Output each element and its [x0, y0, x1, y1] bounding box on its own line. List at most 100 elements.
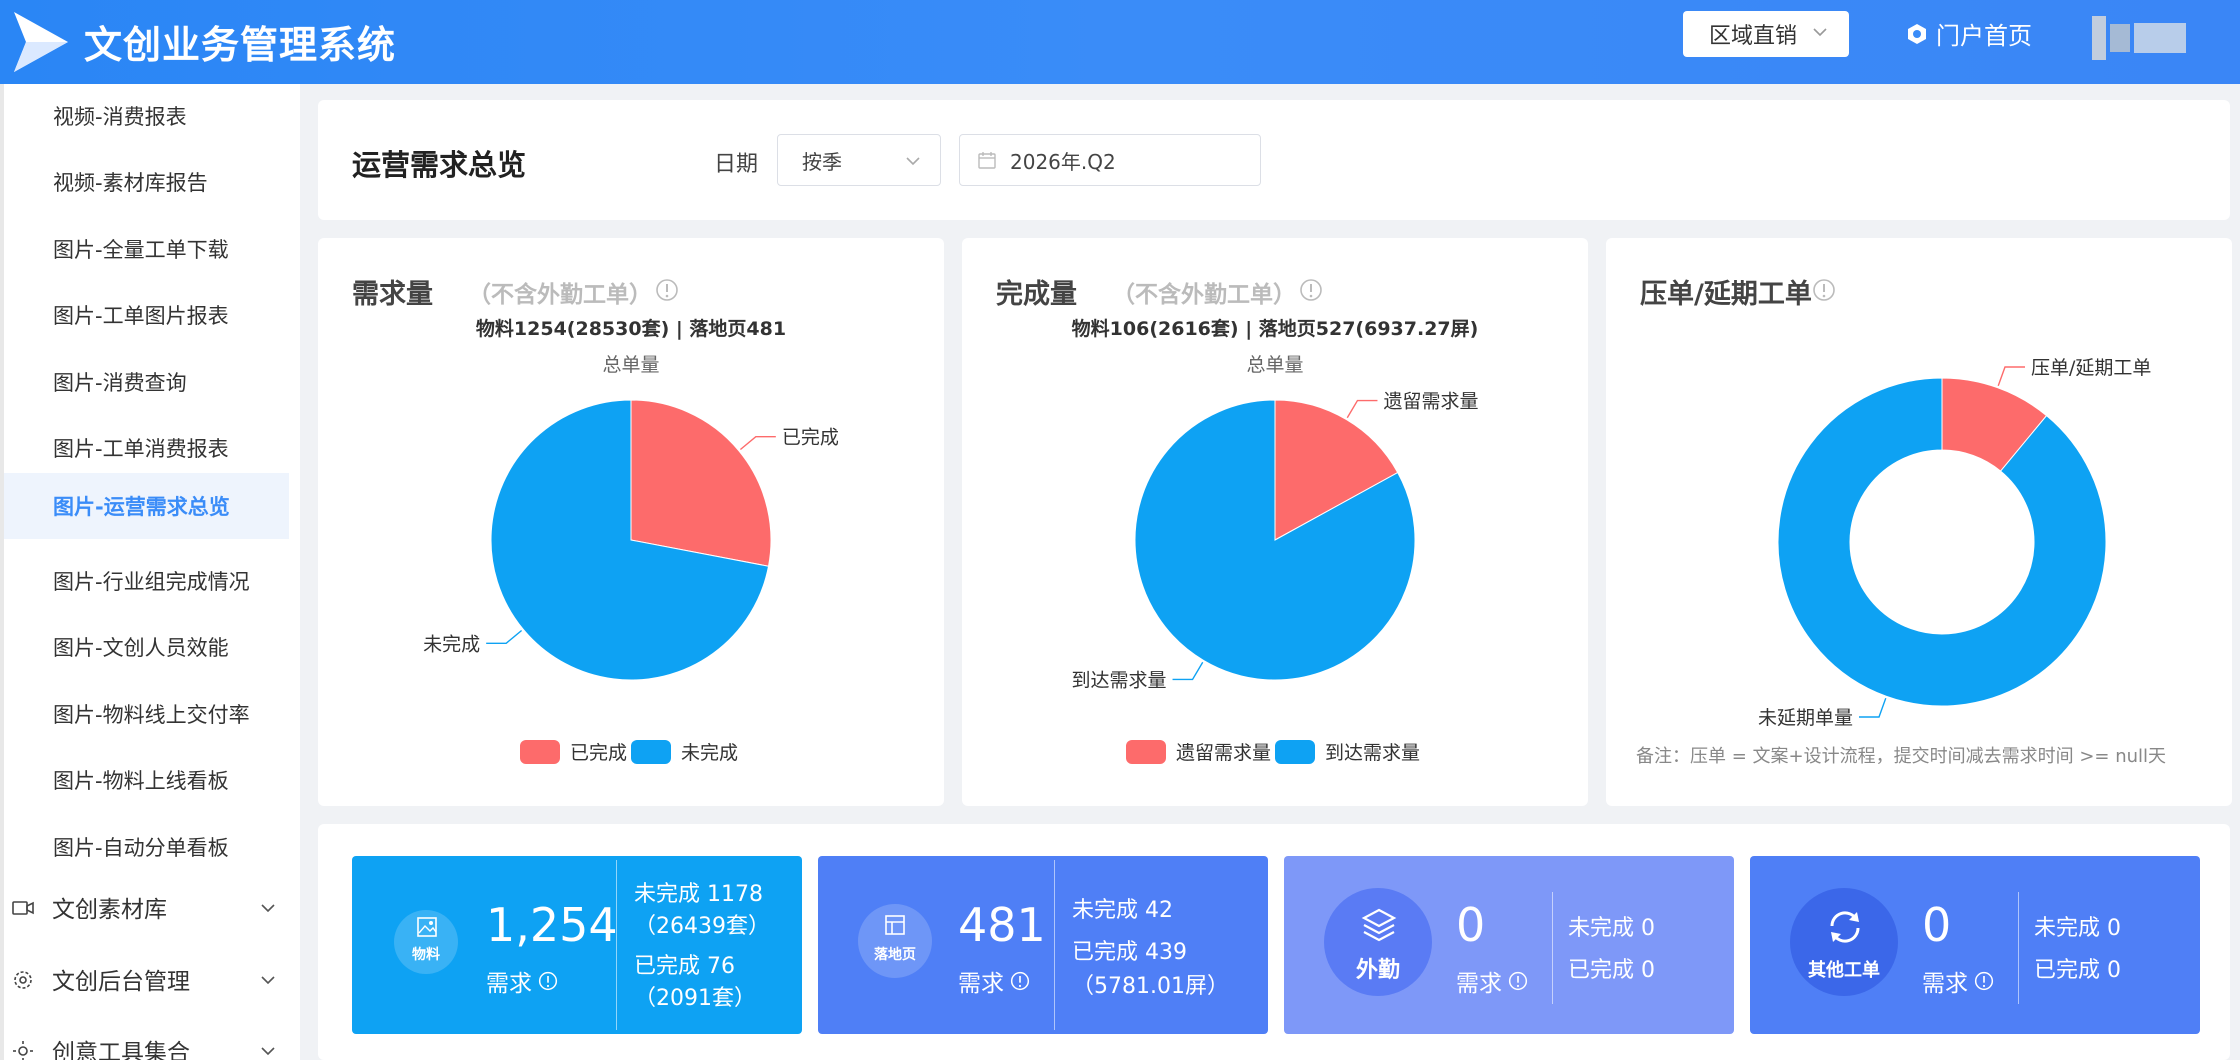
- overdue-donut-chart: 压单/延期工单未延期单量: [1758, 357, 2151, 729]
- chevron-down-icon: [261, 1047, 275, 1056]
- material-stat-card[interactable]: 物料 1,254 需求 未完成 1178 （26439套） 已完成 76 （20…: [352, 856, 802, 1034]
- sidebar-item-label: 图片-自动分单看板: [53, 836, 229, 860]
- chart-subtitle: 物料106(2616套) | 落地页527(6937.27屏): [1071, 318, 1479, 340]
- landing-page-badge-label: 落地页: [874, 947, 916, 963]
- info-icon[interactable]: [1299, 278, 1323, 302]
- pie-slice-label: 未延期单量: [1758, 707, 1853, 729]
- landing-page-line-3: （5781.01屏）: [1072, 974, 1229, 999]
- pie-slice-label: 到达需求量: [1072, 669, 1167, 691]
- pie-leader-line: [1346, 399, 1378, 419]
- portal-home-label: 门户首页: [1936, 22, 2032, 50]
- pie-slice[interactable]: [630, 399, 772, 567]
- material-line-2: （26439套）: [634, 914, 770, 939]
- sidebar-item-video-library-report[interactable]: 视频-素材库报告: [4, 150, 289, 214]
- sidebar-item-image-ops-overview[interactable]: 图片-运营需求总览: [4, 473, 289, 539]
- pie-slice-label: 已完成: [782, 427, 839, 449]
- chevron-down-icon: [261, 904, 275, 913]
- sidebar-item-image-order-download[interactable]: 图片-全量工单下载: [4, 217, 289, 281]
- pie-leader-line: [739, 436, 776, 451]
- legend-swatch[interactable]: [631, 740, 671, 764]
- divider: [1054, 860, 1055, 1030]
- pie-slice-label: 压单/延期工单: [2031, 357, 2151, 379]
- stats-panel: 物料 1,254 需求 未完成 1178 （26439套） 已完成 76 （20…: [318, 824, 2230, 1060]
- layout-icon: [885, 915, 905, 935]
- legend-swatch[interactable]: [1126, 740, 1166, 764]
- divider: [616, 860, 617, 1030]
- sidebar-item-label: 图片-物料上线看板: [53, 769, 229, 793]
- period-select[interactable]: 按季: [777, 134, 941, 186]
- sidebar-group-admin[interactable]: 文创后台管理: [4, 947, 289, 1011]
- sidebar-item-video-consume-report[interactable]: 视频-消费报表: [4, 84, 289, 148]
- info-icon[interactable]: [1812, 278, 1836, 302]
- chevron-down-icon: [1813, 28, 1827, 37]
- sidebar-item-label: 图片-工单消费报表: [53, 437, 229, 461]
- sidebar-group-tools[interactable]: 创意工具集合: [4, 1018, 289, 1060]
- material-label: 需求: [486, 964, 558, 998]
- sidebar-item-image-delivery-rate[interactable]: 图片-物料线上交付率: [4, 682, 289, 746]
- info-icon: [538, 971, 558, 991]
- chevron-down-icon: [261, 976, 275, 985]
- divider: [1552, 892, 1553, 1004]
- field-work-line-1: 未完成 0: [1568, 916, 1655, 941]
- refresh-icon: [1830, 911, 1860, 943]
- chart-caption: 总单量: [602, 354, 660, 376]
- legend-swatch[interactable]: [1275, 740, 1315, 764]
- field-work-line-2: 已完成 0: [1568, 958, 1655, 983]
- other-orders-stat-card[interactable]: 其他工单 0 需求 未完成 0 已完成 0: [1750, 856, 2200, 1034]
- pie-slice[interactable]: [1777, 377, 2107, 707]
- sun-icon: [13, 1041, 33, 1060]
- portal-home-link[interactable]: 门户首页: [1906, 16, 2032, 51]
- avatar[interactable]: [2092, 16, 2202, 60]
- sidebar-item-image-online-board[interactable]: 图片-物料上线看板: [4, 748, 289, 812]
- legend-label: 到达需求量: [1325, 742, 1420, 764]
- landing-page-label: 需求: [958, 964, 1030, 998]
- pie-slice-label: 未完成: [423, 633, 480, 655]
- legend-swatch[interactable]: [520, 740, 560, 764]
- chart-subtitle: 物料1254(28530套) | 落地页481: [475, 318, 787, 340]
- sidebar-item-label: 视频-素材库报告: [53, 171, 208, 195]
- sidebar: 视频-消费报表 视频-素材库报告 图片-全量工单下载 图片-工单图片报表 图片-…: [0, 84, 300, 1060]
- other-orders-line-2: 已完成 0: [2034, 958, 2121, 983]
- chart-caption: 总单量: [1246, 354, 1304, 376]
- sidebar-item-label: 图片-全量工单下载: [53, 238, 229, 262]
- field-work-number: 0: [1456, 898, 1486, 952]
- sidebar-item-label: 图片-物料线上交付率: [53, 703, 250, 727]
- landing-page-line-1: 未完成 42: [1072, 898, 1173, 923]
- hexagon-icon: [1908, 23, 1926, 44]
- demand-chart-panel: 已完成 未完成 已完成 未完成 需求量 （不含外勤工单） 物料1254(28530套)…: [318, 238, 944, 806]
- quarter-date-picker[interactable]: 2026年.Q2: [959, 134, 1261, 186]
- sidebar-item-image-industry-completion[interactable]: 图片-行业组完成情况: [4, 549, 289, 613]
- date-label: 日期: [714, 152, 759, 177]
- legend-label: 遗留需求量: [1176, 742, 1271, 764]
- chart-remark: 备注：压单 = 文案+设计流程，提交时间减去需求时间 >= null天: [1636, 746, 2167, 767]
- sidebar-item-image-order-report[interactable]: 图片-工单图片报表: [4, 283, 289, 347]
- demand-label: 需求: [958, 971, 1004, 997]
- landing-page-stat-card[interactable]: 落地页 481 需求 未完成 42 已完成 439 （5781.01屏）: [818, 856, 1268, 1034]
- region-select[interactable]: 区域直销: [1683, 11, 1849, 57]
- sidebar-group-label: 文创素材库: [52, 897, 167, 923]
- sidebar-item-label: 图片-消费查询: [53, 371, 187, 395]
- chart-note: （不含外勤工单）: [1112, 282, 1296, 308]
- demand-label: 需求: [1456, 971, 1502, 997]
- sidebar-group-label: 创意工具集合: [52, 1040, 190, 1060]
- completion-chart-panel: 遗留需求量 到达需求量 遗留需求量 到达需求量 完成量 （不含外勤工单） 物料106(…: [962, 238, 1588, 806]
- sidebar-item-label: 图片-文创人员效能: [53, 636, 229, 660]
- info-icon: [1010, 971, 1030, 991]
- pie-slice-label: 遗留需求量: [1383, 391, 1478, 413]
- chevron-down-icon: [906, 157, 920, 166]
- field-work-stat-card[interactable]: 外勤 0 需求 未完成 0 已完成 0: [1284, 856, 1734, 1034]
- info-icon[interactable]: [655, 278, 679, 302]
- sidebar-item-label: 视频-消费报表: [53, 105, 187, 129]
- pie-leader-line: [1858, 697, 1887, 718]
- sidebar-item-label: 图片-行业组完成情况: [53, 570, 250, 594]
- sidebar-group-library[interactable]: 文创素材库: [4, 875, 289, 939]
- region-select-value: 区域直销: [1709, 24, 1798, 49]
- legend-label: 未完成: [681, 742, 738, 764]
- material-line-1: 未完成 1178: [634, 882, 763, 907]
- sidebar-item-image-consume-query[interactable]: 图片-消费查询: [4, 350, 289, 414]
- other-orders-label: 需求: [1922, 964, 1994, 998]
- sidebar-item-image-auto-dispatch-board[interactable]: 图片-自动分单看板: [4, 815, 289, 879]
- filter-panel: 运营需求总览 日期 按季 2026年.Q2: [318, 100, 2230, 220]
- sidebar-item-image-staff-efficiency[interactable]: 图片-文创人员效能: [4, 615, 289, 679]
- sidebar-item-image-order-consume-report[interactable]: 图片-工单消费报表: [4, 416, 289, 480]
